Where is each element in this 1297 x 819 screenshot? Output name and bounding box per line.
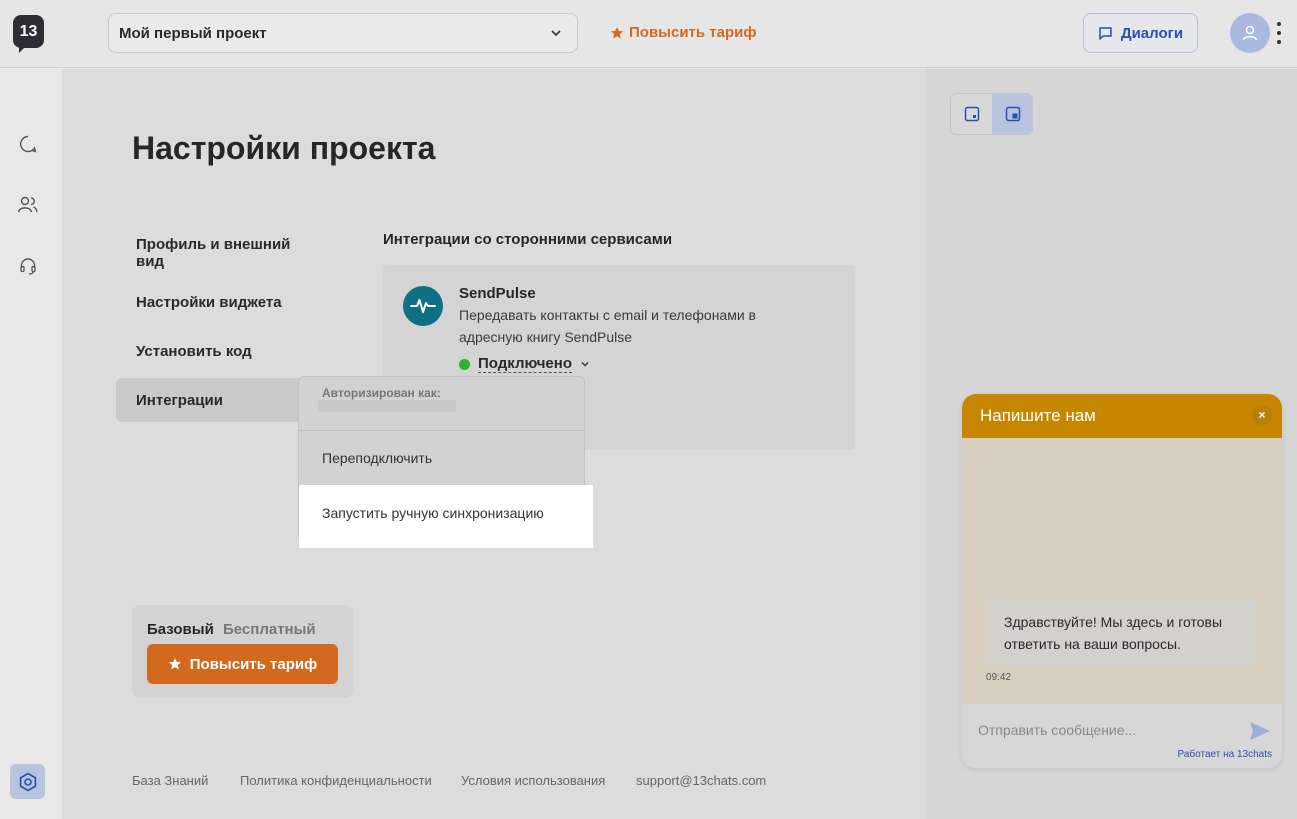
settings-nav-integrations[interactable]: Интеграции xyxy=(116,378,306,422)
popup-item-reconnect[interactable]: Переподключить xyxy=(322,450,432,466)
star-icon xyxy=(168,658,181,670)
popup-divider xyxy=(299,430,584,431)
footer-link-support-email[interactable]: support@13chats.com xyxy=(636,773,766,788)
widget-message-input[interactable]: Отправить сообщение... Работает на 13cha… xyxy=(962,704,1282,768)
upgrade-link[interactable]: Повысить тариф xyxy=(610,24,756,41)
plan-upgrade-label: Повысить тариф xyxy=(189,655,318,673)
project-name: Мой первый проект xyxy=(119,24,267,42)
position-bottom-right-button[interactable] xyxy=(992,94,1032,134)
plan-type: Бесплатный xyxy=(223,621,316,638)
app-logo[interactable]: 13 xyxy=(13,15,44,53)
project-select[interactable]: Мой первый проект xyxy=(108,13,578,53)
position-bottom-left-button[interactable] xyxy=(951,94,992,134)
widget-input-placeholder: Отправить сообщение... xyxy=(978,722,1137,738)
corner-bottom-right-icon xyxy=(1005,106,1020,122)
sendpulse-logo-icon xyxy=(403,286,443,326)
contacts-nav-icon[interactable] xyxy=(15,192,41,218)
welcome-message-bubble: Здравствуйте! Мы здесь и готовы ответить… xyxy=(986,599,1258,667)
more-menu-icon[interactable] xyxy=(1276,22,1282,44)
settings-nav-profile[interactable]: Профиль и внешний вид xyxy=(116,231,306,275)
popup-auth-value-redacted xyxy=(318,400,456,412)
chat-nav-icon[interactable] xyxy=(15,131,41,157)
plan-upgrade-button[interactable]: Повысить тариф xyxy=(147,644,338,684)
star-icon xyxy=(611,26,623,38)
page-title: Настройки проекта xyxy=(132,130,436,166)
chat-widget-preview: Напишите нам × Здравствуйте! Мы здесь и … xyxy=(962,394,1282,768)
top-bar: 13 Мой первый проект Повысить тариф Диал… xyxy=(0,0,1297,68)
support-headset-icon[interactable] xyxy=(15,253,41,279)
popup-auth-label: Авторизирован как: xyxy=(322,386,441,400)
close-icon[interactable]: × xyxy=(1252,405,1272,425)
plan-current: Базовый xyxy=(147,621,214,638)
footer-link-terms[interactable]: Условия использования xyxy=(461,773,605,788)
settings-nav-button[interactable] xyxy=(10,764,45,799)
dialogs-button[interactable]: Диалоги xyxy=(1083,13,1198,53)
integrations-section-title: Интеграции со сторонними сервисами xyxy=(383,231,673,248)
footer-link-knowledge-base[interactable]: База Знаний xyxy=(132,773,208,788)
footer-link-privacy[interactable]: Политика конфиденциальности xyxy=(240,773,432,788)
chat-bubble-icon xyxy=(1099,26,1112,40)
user-icon xyxy=(1242,25,1258,41)
left-rail xyxy=(0,69,62,819)
popup-item-manual-sync-highlight[interactable]: Запустить ручную синхронизацию xyxy=(299,485,593,548)
settings-nav-widget[interactable]: Настройки виджета xyxy=(116,280,306,324)
powered-by-link[interactable]: Работает на 13chats xyxy=(1178,749,1272,760)
sendpulse-description: Передавать контакты с email и телефонами… xyxy=(459,307,756,345)
settings-nav-install-code[interactable]: Установить код xyxy=(116,329,306,373)
corner-bottom-left-icon xyxy=(964,106,979,122)
settings-hexagon-icon xyxy=(19,772,36,791)
dialogs-button-label: Диалоги xyxy=(1120,24,1184,42)
sendpulse-status-dropdown[interactable]: Подключено xyxy=(459,355,590,373)
widget-position-toggle xyxy=(950,93,1033,135)
sendpulse-status-label: Подключено xyxy=(478,355,572,373)
popup-item-manual-sync: Запустить ручную синхронизацию xyxy=(322,505,544,521)
widget-title: Напишите нам xyxy=(980,406,1096,425)
upgrade-link-label: Повысить тариф xyxy=(629,24,757,41)
send-icon[interactable] xyxy=(1248,720,1272,742)
chevron-down-icon xyxy=(581,362,589,367)
widget-header: Напишите нам × xyxy=(962,394,1282,438)
status-connected-dot xyxy=(459,358,470,370)
message-time: 09:42 xyxy=(986,672,1012,683)
chevron-down-icon xyxy=(551,30,561,37)
user-avatar[interactable] xyxy=(1230,13,1270,53)
sendpulse-name: SendPulse xyxy=(459,285,536,302)
